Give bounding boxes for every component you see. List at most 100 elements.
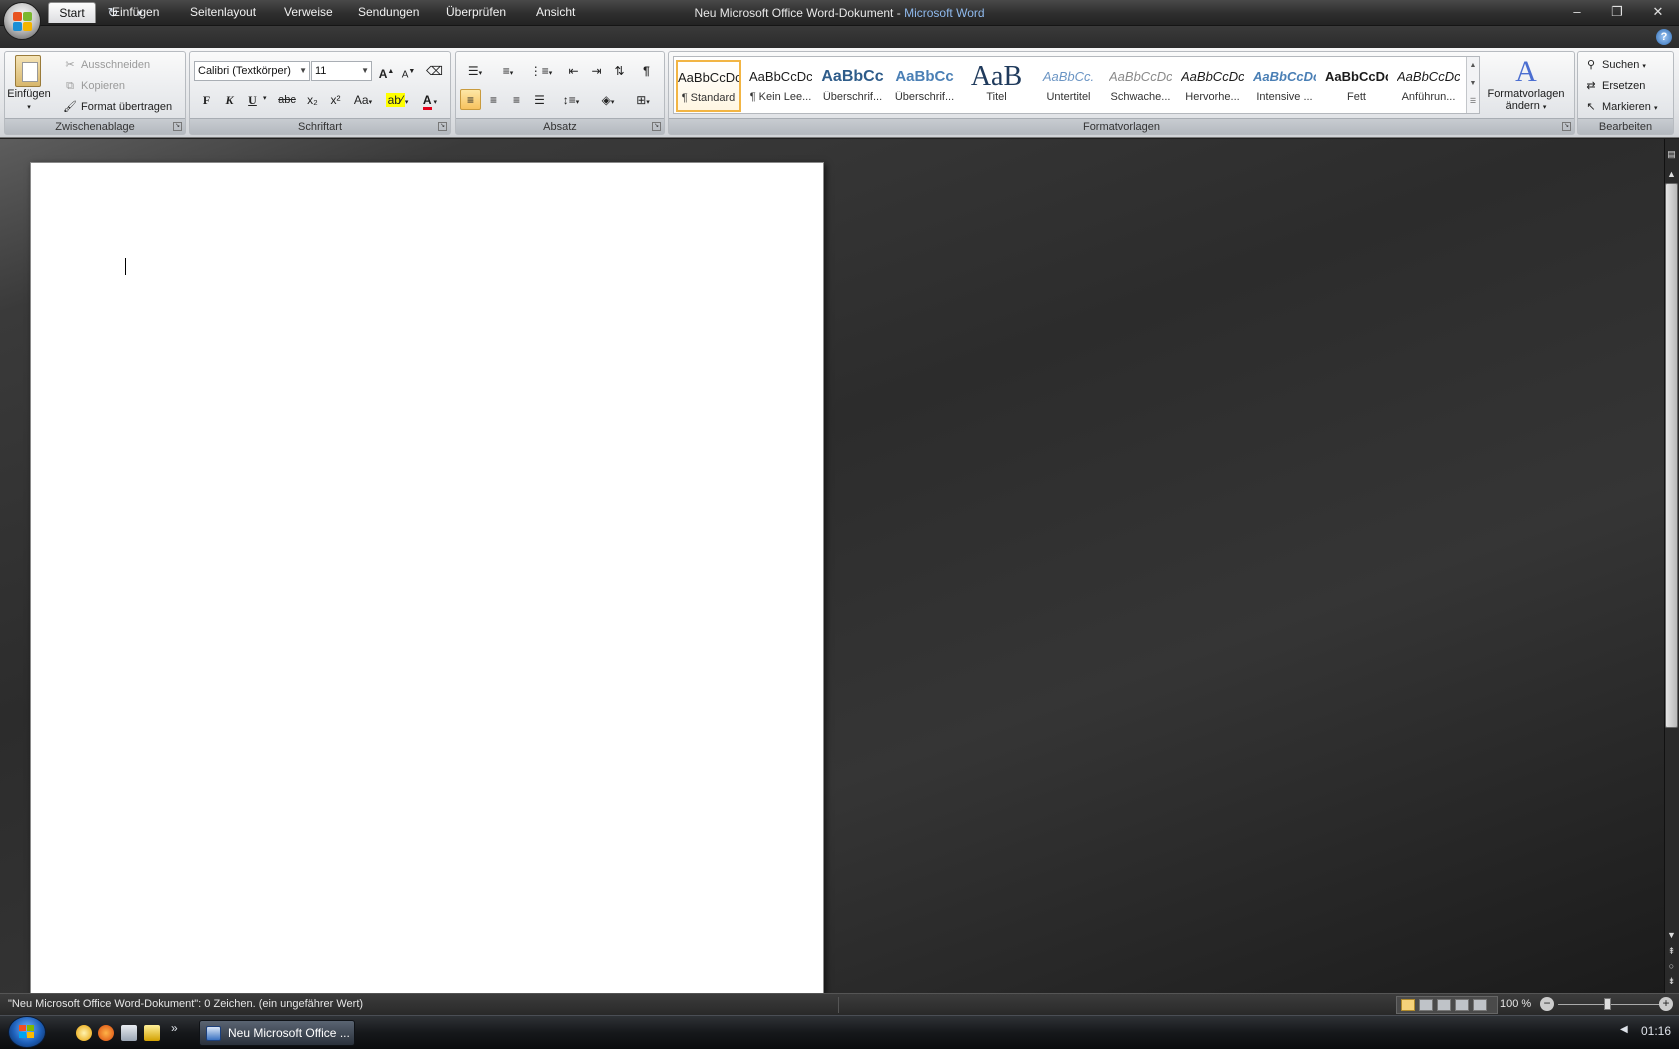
style-strong[interactable]: AaBbCcDc Fett (1324, 60, 1389, 112)
font-name-combo[interactable]: Calibri (Textkörper) ▼ (194, 61, 310, 81)
style-intense-emphasis[interactable]: AaBbCcDc Intensive ... (1252, 60, 1317, 112)
mail-icon[interactable] (121, 1025, 137, 1041)
scroll-up-icon[interactable]: ▲ (1664, 167, 1679, 181)
underline-dropdown-icon[interactable]: ▾ (263, 94, 267, 102)
group-label-editing: Bearbeiten (1578, 118, 1673, 134)
paragraph-launcher-icon[interactable]: ↘ (652, 122, 661, 131)
italic-button[interactable]: K (219, 89, 240, 110)
style-quote[interactable]: AaBbCcDc Anführun... (1396, 60, 1461, 112)
copy-button[interactable]: ⧉ Kopieren (63, 76, 125, 97)
font-size-combo[interactable]: 11 ▼ (311, 61, 372, 81)
decrease-indent-icon[interactable]: ⇤ (563, 60, 584, 81)
tab-mailings[interactable]: Sendungen (350, 2, 424, 23)
underline-button[interactable]: U (242, 89, 263, 110)
office-button[interactable] (3, 2, 41, 40)
change-case-button[interactable]: Aa▾ (350, 89, 376, 110)
align-center-icon[interactable]: ≡ (483, 89, 504, 110)
quicklaunch-app-icon[interactable] (76, 1025, 92, 1041)
superscript-button[interactable]: x² (325, 89, 346, 110)
group-font: Calibri (Textkörper) ▼ 11 ▼ A▲ A▼ ⌫ F K U … (189, 51, 451, 135)
tab-insert[interactable]: Einfügen (104, 2, 166, 23)
previous-page-icon[interactable]: ⇞ (1664, 944, 1679, 958)
word-icon (206, 1026, 221, 1041)
minimize-button[interactable]: – (1563, 2, 1591, 22)
sort-icon[interactable]: ⇅ (609, 60, 630, 81)
draft-view-icon[interactable] (1473, 999, 1487, 1011)
replace-button[interactable]: ⇄ Ersetzen (1584, 76, 1645, 97)
tab-view[interactable]: Ansicht (528, 2, 580, 23)
scrollbar-thumb[interactable] (1665, 183, 1678, 728)
zoom-out-icon[interactable]: − (1540, 997, 1554, 1011)
styles-gallery: AaBbCcDc ¶ Standard AaBbCcDc ¶ Kein Lee...… (673, 56, 1480, 114)
bold-button[interactable]: F (196, 89, 217, 110)
style-emphasis[interactable]: AaBbCcDc Hervorhe... (1180, 60, 1245, 112)
style-no-spacing[interactable]: AaBbCcDc ¶ Kein Lee... (748, 60, 813, 112)
scroll-down-icon[interactable]: ▼ (1664, 928, 1679, 942)
font-launcher-icon[interactable]: ↘ (438, 122, 447, 131)
styles-launcher-icon[interactable]: ↘ (1562, 122, 1571, 131)
style-subtitle[interactable]: AaBbCc. Untertitel (1036, 60, 1101, 112)
firefox-icon[interactable] (98, 1025, 114, 1041)
status-divider (838, 997, 839, 1013)
tray-expand-icon[interactable]: ◀ (1620, 1024, 1628, 1035)
cut-button[interactable]: ✂ Ausschneiden (63, 55, 150, 76)
align-left-icon[interactable]: ≡ (460, 89, 481, 110)
full-screen-reading-icon[interactable] (1419, 999, 1433, 1011)
align-right-icon[interactable]: ≡ (506, 89, 527, 110)
gallery-scroll[interactable]: ▲ ▼ ☰ (1466, 57, 1479, 113)
grow-font-button[interactable]: A▲ (376, 60, 397, 81)
change-styles-button[interactable]: A Formatvorlagen ändern ▾ (1483, 56, 1569, 122)
multilevel-list-icon[interactable]: ⋮≡▾ (526, 60, 556, 81)
zoom-slider-thumb[interactable] (1604, 998, 1611, 1010)
show-formatting-marks-button[interactable]: ¶ (636, 60, 657, 81)
taskbar-word-button[interactable]: Neu Microsoft Office ... (199, 1020, 355, 1046)
format-painter-button[interactable]: 🖌 Format übertragen (63, 97, 172, 118)
ruler-toggle-icon[interactable]: ▤ (1664, 147, 1679, 161)
clock[interactable]: 01:16 (1641, 1024, 1671, 1038)
restore-button[interactable]: ❐ (1603, 2, 1631, 22)
find-button[interactable]: ⚲ Suchen ▾ (1584, 55, 1646, 76)
select-button[interactable]: ↖ Markieren ▾ (1584, 97, 1657, 118)
subscript-button[interactable]: x₂ (302, 89, 323, 110)
tab-references[interactable]: Verweise (276, 2, 334, 23)
style-standard[interactable]: AaBbCcDc ¶ Standard (676, 60, 741, 112)
help-icon[interactable]: ? (1656, 29, 1672, 45)
increase-indent-icon[interactable]: ⇥ (586, 60, 607, 81)
zoom-level[interactable]: 100 % (1500, 998, 1531, 1010)
numbering-icon[interactable]: ≡▾ (493, 60, 523, 81)
browse-object-icon[interactable]: ○ (1664, 959, 1679, 973)
web-layout-icon[interactable] (1437, 999, 1451, 1011)
shading-icon[interactable]: ◈▾ (593, 89, 623, 110)
next-page-icon[interactable]: ⇟ (1664, 974, 1679, 988)
group-editing: ⚲ Suchen ▾ ⇄ Ersetzen ↖ Markieren ▾ Bearbei… (1577, 51, 1674, 135)
paste-button[interactable]: Einfügen ▾ (7, 88, 51, 112)
tab-start[interactable]: Start (48, 2, 96, 23)
borders-icon[interactable]: ⊞▾ (628, 89, 658, 110)
start-button[interactable] (8, 1016, 46, 1048)
document-page[interactable] (30, 162, 824, 994)
copy-icon: ⧉ (66, 80, 74, 92)
shrink-font-button[interactable]: A▼ (398, 60, 419, 81)
font-color-button[interactable]: A ▾ (415, 89, 445, 110)
outline-view-icon[interactable] (1455, 999, 1469, 1011)
tab-review[interactable]: Überprüfen (438, 2, 514, 23)
bullets-icon[interactable]: ☰▾ (460, 60, 490, 81)
clipboard-launcher-icon[interactable]: ↘ (173, 122, 182, 131)
justify-icon[interactable]: ☰ (529, 89, 550, 110)
style-heading-1[interactable]: AaBbCc Überschrif... (820, 60, 885, 112)
clear-formatting-icon[interactable]: ⌫ (424, 60, 445, 81)
print-layout-view-icon[interactable] (1401, 999, 1415, 1011)
highlight-button[interactable]: ab⁄ ▾ (382, 89, 412, 110)
close-button[interactable]: ✕ (1644, 2, 1672, 22)
zoom-in-icon[interactable]: + (1659, 997, 1673, 1011)
tab-page-layout[interactable]: Seitenlayout (182, 2, 262, 23)
style-title[interactable]: AaB Titel (964, 60, 1029, 112)
strikethrough-button[interactable]: abc (274, 89, 300, 110)
style-subtle-emphasis[interactable]: AaBbCcDc Schwache... (1108, 60, 1173, 112)
status-word-count[interactable]: "Neu Microsoft Office Word-Dokument": 0 … (8, 998, 363, 1010)
line-spacing-icon[interactable]: ↕≡▾ (556, 89, 586, 110)
quicklaunch-more-icon[interactable]: » (171, 1021, 178, 1035)
style-heading-2[interactable]: AaBbCc Überschrif... (892, 60, 957, 112)
quicklaunch-tool-icon[interactable] (144, 1025, 160, 1041)
group-clipboard: Einfügen ▾ ✂ Ausschneiden ⧉ Kopieren 🖌 Forma… (4, 51, 186, 135)
